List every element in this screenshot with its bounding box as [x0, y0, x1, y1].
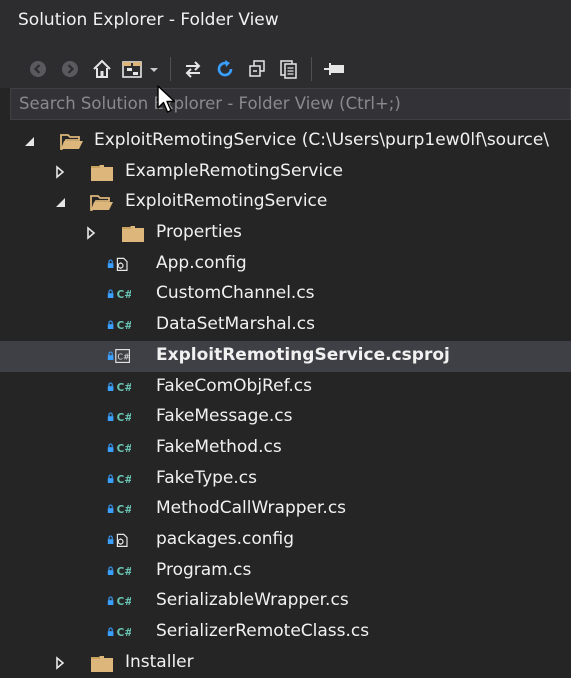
switch-views-button[interactable] — [118, 55, 164, 83]
tree-row[interactable]: C# DataSetMarshal.cs — [0, 310, 571, 341]
tree-item-label: FakeMessage.cs — [156, 406, 293, 427]
svg-text:C#: C# — [117, 352, 130, 361]
toolbar — [0, 40, 571, 88]
csharp-file-icon: C# — [107, 382, 131, 394]
tree-item-label: App.config — [156, 252, 247, 273]
svg-text:C#: C# — [117, 412, 131, 424]
tree-item-label: packages.config — [156, 528, 295, 549]
tree-item-label: ExploitRemotingService (C:\Users\purp1ew… — [94, 130, 550, 150]
tree-row[interactable]: C# FakeMethod.cs — [0, 433, 571, 464]
folder-icon — [122, 226, 144, 243]
csharp-file-icon: C# — [107, 474, 131, 486]
svg-text:C#: C# — [117, 596, 131, 608]
svg-text:C#: C# — [117, 320, 131, 332]
tree-row[interactable]: C# SerializerRemoteClass.cs — [0, 617, 571, 648]
tree-item-label: Installer — [125, 651, 194, 672]
tree-row[interactable]: packages.config — [0, 525, 571, 556]
tree-row[interactable]: App.config — [0, 249, 571, 280]
tree-row[interactable]: C# SerializableWrapper.cs — [0, 586, 571, 617]
toolbar-separator — [170, 57, 171, 81]
tree-row[interactable]: Properties — [0, 218, 571, 249]
collapse-all-button[interactable] — [241, 55, 273, 83]
tree-item-label: Properties — [156, 222, 242, 243]
back-arrow-circle-icon — [30, 61, 46, 77]
svg-text:C#: C# — [117, 627, 131, 639]
tree-row[interactable]: C# CustomChannel.cs — [0, 279, 571, 310]
config-file-icon — [107, 533, 128, 547]
collapse-all-icon — [249, 60, 265, 77]
open-folder-icon — [90, 195, 113, 212]
svg-text:C#: C# — [117, 566, 131, 578]
forward-button[interactable] — [54, 55, 86, 83]
csproj-file-icon: C# — [107, 348, 130, 363]
csharp-file-icon: C# — [107, 320, 131, 332]
svg-text:C#: C# — [117, 382, 131, 394]
tree-row[interactable]: C# FakeMessage.cs — [0, 402, 571, 433]
csharp-file-icon: C# — [107, 443, 131, 455]
refresh-icon — [217, 60, 233, 77]
back-button[interactable] — [22, 55, 54, 83]
collapsed-arrow-icon[interactable] — [84, 226, 98, 240]
csharp-file-icon: C# — [107, 596, 131, 608]
tree-row[interactable]: C# Program.cs — [0, 556, 571, 587]
tree-item-label: ExploitRemotingService — [125, 191, 328, 212]
mouse-cursor-icon — [157, 85, 176, 113]
tree-item-label: DataSetMarshal.cs — [156, 314, 315, 335]
tree-item-label: FakeComObjRef.cs — [156, 375, 312, 396]
tree-row[interactable]: ExploitRemotingService (C:\Users\purp1ew… — [0, 126, 571, 157]
csharp-file-icon: C# — [107, 504, 131, 516]
home-button[interactable] — [86, 55, 118, 83]
tree-item-label: Program.cs — [156, 559, 252, 580]
forward-arrow-circle-icon — [62, 61, 78, 77]
svg-text:C#: C# — [117, 443, 131, 455]
tree-item-label: FakeMethod.cs — [156, 436, 282, 457]
tree-row[interactable]: C# FakeType.cs — [0, 464, 571, 495]
csharp-file-icon: C# — [107, 627, 131, 639]
toolbar-separator — [311, 57, 312, 81]
search-input[interactable]: Search Solution Explorer - Folder View (… — [10, 88, 571, 120]
tree-row[interactable]: ExploitRemotingService — [0, 187, 571, 218]
home-icon — [93, 59, 111, 78]
pin-icon — [324, 63, 344, 75]
show-all-files-icon — [280, 60, 297, 79]
tree-item-label: SerializerRemoteClass.cs — [156, 621, 370, 641]
tree-row[interactable]: C# FakeComObjRef.cs — [0, 372, 571, 403]
csharp-file-icon: C# — [107, 289, 131, 301]
solution-tree: ExploitRemotingService (C:\Users\purp1ew… — [0, 126, 571, 678]
expanded-arrow-icon[interactable] — [22, 134, 36, 148]
tree-row[interactable]: ExampleRemotingService — [0, 157, 571, 188]
refresh-button[interactable] — [209, 55, 241, 83]
svg-text:C#: C# — [117, 504, 131, 516]
sync-button[interactable] — [177, 55, 209, 83]
show-all-files-button[interactable] — [273, 55, 305, 83]
tree-item-label: FakeType.cs — [156, 467, 257, 488]
svg-text:C#: C# — [117, 474, 131, 486]
expanded-arrow-icon[interactable] — [53, 195, 67, 209]
tree-row[interactable]: C# MethodCallWrapper.cs — [0, 494, 571, 525]
sync-arrows-icon — [185, 61, 201, 78]
svg-text:C#: C# — [117, 289, 131, 301]
folder-icon — [91, 164, 113, 181]
tree-item-label: CustomChannel.cs — [156, 283, 315, 304]
tree-item-label: ExampleRemotingService — [125, 160, 344, 181]
config-file-icon — [107, 257, 128, 271]
collapsed-arrow-icon[interactable] — [53, 164, 67, 179]
tree-item-label: ExploitRemotingService.csproj — [156, 344, 450, 365]
tree-item-label: SerializableWrapper.cs — [156, 590, 349, 611]
csharp-file-icon: C# — [107, 412, 131, 424]
tree-item-label: MethodCallWrapper.cs — [156, 498, 347, 519]
window-title: Solution Explorer - Folder View — [0, 0, 571, 40]
pin-button[interactable] — [318, 55, 350, 83]
tree-row[interactable]: C# ExploitRemotingService.csproj — [0, 340, 571, 372]
csharp-file-icon: C# — [107, 566, 131, 578]
switch-views-icon — [122, 61, 158, 78]
open-folder-icon — [60, 134, 83, 150]
